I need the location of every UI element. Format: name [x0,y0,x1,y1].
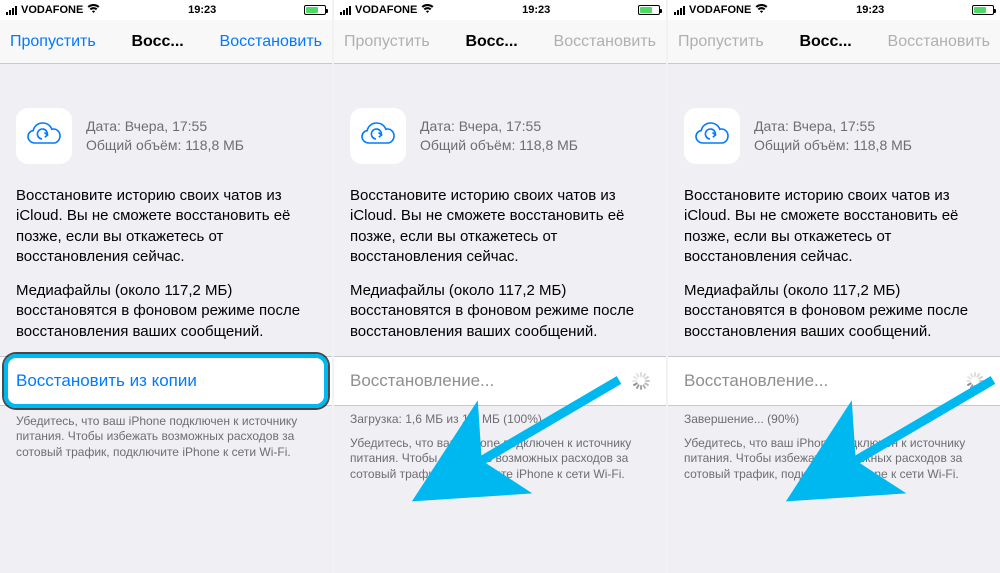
nav-bar: Пропустить Восс... Восстановить [0,20,332,64]
nav-restore-button: Восстановить [888,33,990,51]
icloud-backup-icon [16,108,72,164]
carrier-label: VODAFONE [21,4,83,16]
phone-screen-2: VODAFONE 19:23 Пропустить Восс... Восста… [334,0,666,573]
signal-icon [340,5,351,15]
nav-title: Восс... [132,33,184,51]
battery-icon [972,5,994,15]
time-label: 19:23 [856,4,884,16]
icloud-backup-icon [684,108,740,164]
nav-restore-button[interactable]: Восстановить [220,33,322,51]
skip-button[interactable]: Пропустить [10,33,96,51]
description-text: Восстановите историю своих чатов из iClo… [0,178,332,342]
wifi-icon [421,4,434,17]
backup-date: Дата: Вчера, 17:55 [86,117,244,136]
content-area: Дата: Вчера, 17:55 Общий объём: 118,8 МБ… [0,64,332,573]
battery-icon [304,5,326,15]
status-bar: VODAFONE 19:23 [334,0,666,20]
backup-date: Дата: Вчера, 17:55 [754,117,912,136]
phone-screen-3: VODAFONE 19:23 Пропустить Восс... Восста… [668,0,1000,573]
wifi-icon [755,4,768,17]
nav-title: Восс... [466,33,518,51]
footer-note: Убедитесь, что ваш iPhone подключен к ис… [0,406,332,477]
icloud-backup-icon [350,108,406,164]
backup-info-row: Дата: Вчера, 17:55 Общий объём: 118,8 МБ [668,94,1000,178]
spinner-icon [966,372,984,390]
battery-icon [638,5,660,15]
backup-size: Общий объём: 118,8 МБ [420,136,578,155]
backup-date: Дата: Вчера, 17:55 [420,117,578,136]
spinner-icon [632,372,650,390]
restore-progress-cell: Восстановление... [334,356,666,406]
carrier-label: VODAFONE [355,4,417,16]
backup-info-row: Дата: Вчера, 17:55 Общий объём: 118,8 МБ [0,94,332,178]
time-label: 19:23 [522,4,550,16]
nav-bar: Пропустить Восс... Восстановить [334,20,666,64]
footer-note: Убедитесь, что ваш iPhone подключен к ис… [334,428,666,499]
nav-bar: Пропустить Восс... Восстановить [668,20,1000,64]
nav-restore-button: Восстановить [554,33,656,51]
completion-progress-text: Завершение... (90%) [668,406,1000,428]
content-area: Дата: Вчера, 17:55 Общий объём: 118,8 МБ… [334,64,666,573]
signal-icon [6,5,17,15]
content-area: Дата: Вчера, 17:55 Общий объём: 118,8 МБ… [668,64,1000,573]
download-progress-text: Загрузка: 1,6 МБ из 1,6 МБ (100%) [334,406,666,428]
description-text: Восстановите историю своих чатов из iClo… [334,178,666,342]
restore-from-backup-button[interactable]: Восстановить из копии [0,356,332,406]
restore-progress-cell: Восстановление... [668,356,1000,406]
backup-info-row: Дата: Вчера, 17:55 Общий объём: 118,8 МБ [334,94,666,178]
nav-title: Восс... [800,33,852,51]
status-bar: VODAFONE 19:23 [668,0,1000,20]
carrier-label: VODAFONE [689,4,751,16]
phone-screen-1: VODAFONE 19:23 Пропустить Восс... Восста… [0,0,332,573]
status-bar: VODAFONE 19:23 [0,0,332,20]
wifi-icon [87,4,100,17]
backup-size: Общий объём: 118,8 МБ [754,136,912,155]
skip-button: Пропустить [678,33,764,51]
footer-note: Убедитесь, что ваш iPhone подключен к ис… [668,428,1000,499]
description-text: Восстановите историю своих чатов из iClo… [668,178,1000,342]
signal-icon [674,5,685,15]
skip-button: Пропустить [344,33,430,51]
time-label: 19:23 [188,4,216,16]
backup-size: Общий объём: 118,8 МБ [86,136,244,155]
